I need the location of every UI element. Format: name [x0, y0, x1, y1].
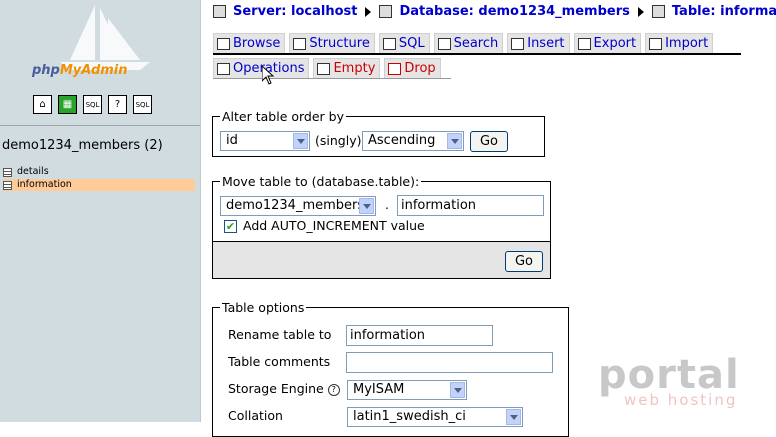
chevron-down-icon — [293, 133, 308, 149]
home-icon[interactable]: ⌂ — [33, 95, 52, 114]
help-icon[interactable]: ? — [327, 383, 340, 396]
order-direction-select[interactable]: Ascending — [362, 131, 464, 151]
breadcrumb-server[interactable]: Server: localhost — [233, 4, 357, 19]
chevron-down-icon — [506, 409, 521, 425]
portal-watermark-logo: portal web hosting — [598, 352, 740, 409]
breadcrumb-arrow-icon — [637, 6, 644, 17]
database-icon — [379, 5, 393, 18]
tab-drop[interactable]: Drop — [384, 58, 441, 78]
sql-docs-icon[interactable]: SQL — [133, 95, 152, 114]
breadcrumb: Server: localhost Database: demo1234_mem… — [213, 4, 776, 19]
docs-icon[interactable]: ? — [108, 95, 127, 114]
target-table-input[interactable]: information — [397, 195, 544, 216]
singly-label: (singly) — [315, 133, 362, 148]
browse-icon — [217, 37, 230, 50]
insert-icon — [511, 37, 525, 50]
alter-order-go-button[interactable]: Go — [470, 131, 508, 152]
tab-search[interactable]: Search — [433, 33, 504, 53]
server-icon — [213, 5, 226, 18]
dot-separator: . — [385, 197, 389, 212]
move-table-go-button[interactable]: Go — [505, 251, 543, 272]
table-comments-input[interactable] — [346, 352, 553, 373]
divider — [0, 125, 200, 126]
storage-engine-select[interactable]: MyISAM — [347, 380, 467, 400]
table-item-information[interactable]: information — [3, 179, 195, 191]
tab-insert[interactable]: Insert — [507, 33, 570, 53]
move-table-legend: Move table to (database.table): — [220, 174, 422, 189]
auto-increment-label: Add AUTO_INCREMENT value — [243, 218, 425, 233]
table-item-details[interactable]: details — [3, 166, 195, 178]
collation-label: Collation — [228, 408, 283, 423]
mouse-cursor-icon — [262, 66, 274, 85]
empty-icon — [317, 62, 331, 75]
table-item-label: details — [17, 166, 49, 177]
tab-export[interactable]: Export — [573, 33, 642, 53]
table-options-legend: Table options — [220, 300, 307, 315]
quick-links: ⌂ ▦ SQL ? SQL — [33, 95, 152, 114]
tab-divider — [213, 53, 741, 55]
tab-bar-secondary: Operations Empty Drop — [213, 58, 441, 78]
query-window-icon[interactable]: ▦ — [58, 95, 77, 114]
search-icon — [437, 37, 451, 50]
storage-engine-label: Storage Engine? — [228, 381, 340, 396]
table-icon — [3, 167, 12, 177]
tab-browse[interactable]: Browse — [213, 33, 286, 53]
import-icon — [649, 37, 663, 50]
database-link[interactable]: demo1234_members (2) — [2, 138, 163, 153]
breadcrumb-table[interactable]: Table: information — [672, 4, 776, 19]
auto-increment-checkbox[interactable]: ✔ — [224, 220, 237, 233]
collation-select[interactable]: latin1_swedish_ci — [347, 407, 523, 427]
rename-label: Rename table to — [228, 327, 332, 342]
navigation-panel: phpMyAdmin ⌂ ▦ SQL ? SQL demo1234_member… — [0, 0, 201, 422]
drop-icon — [388, 62, 402, 75]
logo-wordmark: phpMyAdmin — [32, 63, 128, 78]
tab-bar-primary: Browse Structure SQL Search Insert Expor… — [213, 33, 714, 53]
operations-icon — [217, 62, 230, 75]
sql-icon — [382, 37, 396, 50]
table-icon — [651, 5, 665, 18]
order-column-select[interactable]: id — [220, 131, 310, 151]
table-icon — [3, 180, 12, 190]
tab-structure[interactable]: Structure — [289, 33, 375, 53]
breadcrumb-database[interactable]: Database: demo1234_members — [399, 4, 629, 19]
rename-table-input[interactable]: information — [346, 325, 493, 346]
alter-order-legend: Alter table order by — [220, 109, 346, 124]
comments-label: Table comments — [228, 354, 331, 369]
structure-icon — [293, 37, 307, 50]
table-item-label: information — [17, 179, 72, 190]
move-table-footer — [212, 242, 551, 279]
tab-empty[interactable]: Empty — [313, 58, 381, 78]
tab-divider — [213, 78, 451, 79]
breadcrumb-arrow-icon — [365, 6, 372, 17]
chevron-down-icon — [447, 133, 462, 149]
sql-icon[interactable]: SQL — [83, 95, 102, 114]
chevron-down-icon — [450, 382, 465, 398]
chevron-down-icon — [359, 198, 374, 214]
target-database-select[interactable]: demo1234_members — [220, 196, 376, 216]
tab-import[interactable]: Import — [645, 33, 714, 53]
export-icon — [577, 37, 591, 50]
tab-sql[interactable]: SQL — [378, 33, 430, 53]
